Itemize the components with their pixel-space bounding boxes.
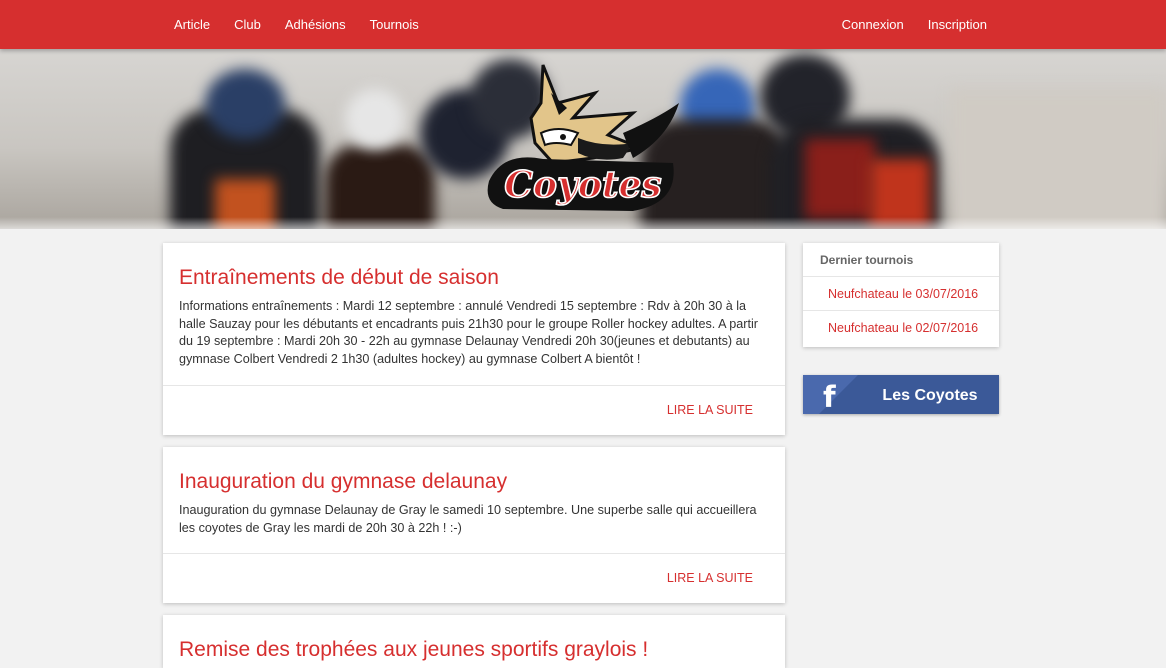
hero-bottom-fade bbox=[0, 217, 1166, 229]
post-title[interactable]: Entraînements de début de saison bbox=[179, 265, 769, 291]
post-card: Entraînements de début de saison Informa… bbox=[163, 243, 785, 435]
latest-tournaments-panel: Dernier tournois Neufchateau le 03/07/20… bbox=[803, 243, 999, 347]
nav-link-article[interactable]: Article bbox=[162, 17, 222, 32]
post-card-action: LIRE LA SUITE bbox=[163, 553, 785, 603]
read-more-link[interactable]: LIRE LA SUITE bbox=[667, 571, 753, 585]
coyotes-logo: Coyotes bbox=[487, 64, 679, 211]
post-title[interactable]: Remise des trophées aux jeunes sportifs … bbox=[179, 637, 769, 663]
nav-link-connexion[interactable]: Connexion bbox=[830, 17, 916, 32]
nav-right-group: Connexion Inscription bbox=[830, 0, 999, 49]
facebook-icon: f bbox=[823, 380, 836, 414]
top-navbar: Article Club Adhésions Tournois Connexio… bbox=[0, 0, 1166, 49]
tournament-link[interactable]: Neufchateau le 03/07/2016 bbox=[803, 277, 999, 311]
facebook-page-banner[interactable]: f Les Coyotes bbox=[803, 375, 999, 414]
post-excerpt: Inauguration du gymnase Delaunay de Gray… bbox=[179, 503, 757, 535]
tournament-link[interactable]: Neufchateau le 02/07/2016 bbox=[803, 311, 999, 345]
nav-link-tournois[interactable]: Tournois bbox=[358, 17, 431, 32]
post-card: Remise des trophées aux jeunes sportifs … bbox=[163, 615, 785, 668]
facebook-page-label: Les Coyotes bbox=[882, 387, 978, 404]
read-more-link[interactable]: LIRE LA SUITE bbox=[667, 403, 753, 417]
logo-wordmark: Coyotes bbox=[504, 164, 661, 206]
nav-link-club[interactable]: Club bbox=[222, 17, 273, 32]
post-excerpt: Informations entraînements : Mardi 12 se… bbox=[179, 299, 758, 366]
post-card: Inauguration du gymnase delaunay Inaugur… bbox=[163, 447, 785, 603]
post-card-action: LIRE LA SUITE bbox=[163, 385, 785, 435]
nav-link-adhesions[interactable]: Adhésions bbox=[273, 17, 358, 32]
hero-banner: Coyotes bbox=[0, 49, 1166, 229]
post-title[interactable]: Inauguration du gymnase delaunay bbox=[179, 469, 769, 495]
nav-left-group: Article Club Adhésions Tournois bbox=[162, 0, 431, 49]
nav-link-inscription[interactable]: Inscription bbox=[916, 17, 999, 32]
latest-tournaments-heading: Dernier tournois bbox=[803, 243, 999, 277]
